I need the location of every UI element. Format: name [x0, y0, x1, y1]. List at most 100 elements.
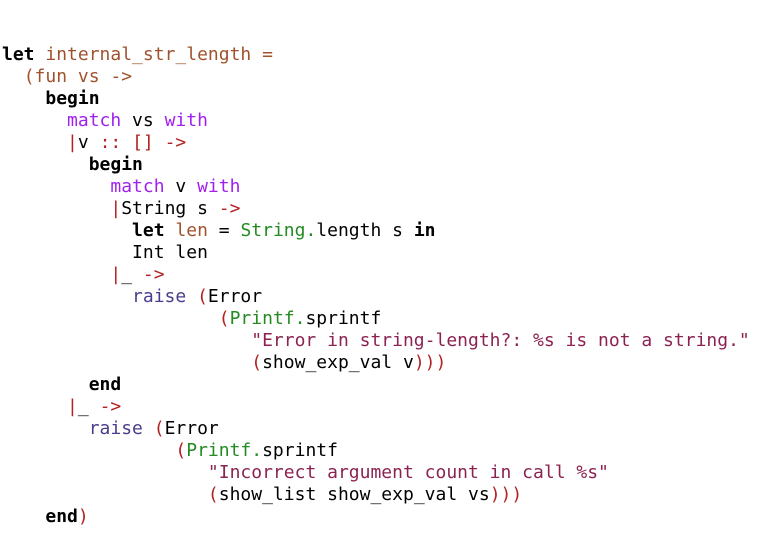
- code-line: |String s ->: [2, 198, 777, 220]
- code-editor[interactable]: let internal_str_length = (fun vs -> beg…: [2, 0, 777, 527]
- code-token: with: [164, 110, 208, 131]
- code-token: (: [197, 286, 208, 307]
- code-token: begin: [88, 154, 143, 175]
- code-token: match: [67, 110, 122, 131]
- code-token: ): [77, 506, 89, 527]
- code-token: :: [] ->: [99, 132, 187, 153]
- code-line: (show_list show_exp_val vs))): [2, 484, 777, 506]
- code-token: begin: [45, 88, 100, 109]
- code-token: ->: [142, 264, 165, 285]
- code-token: let: [2, 44, 35, 65]
- code-line: raise (Error: [2, 286, 777, 308]
- code-token: with: [197, 176, 241, 197]
- code-token: (: [218, 308, 230, 329]
- code-token: (fun vs ->: [23, 66, 133, 87]
- code-token: "Incorrect argument count in call %s": [207, 462, 609, 483]
- code-line: (Printf.sprintf: [2, 308, 777, 330]
- code-line: |v :: [] ->: [2, 132, 777, 154]
- code-token: ))): [413, 352, 447, 373]
- code-token: sprintf: [262, 440, 338, 461]
- code-token: |: [110, 264, 122, 285]
- code-token: let: [132, 220, 165, 241]
- code-token: ->: [218, 198, 241, 219]
- code-token: raise: [88, 418, 143, 439]
- code-line: (fun vs ->: [2, 66, 777, 88]
- code-token: vs: [121, 110, 165, 131]
- code-line: end): [2, 506, 777, 528]
- code-token: Int len: [132, 242, 208, 263]
- code-token: in: [413, 220, 436, 241]
- code-lines: let internal_str_length = (fun vs -> beg…: [2, 44, 777, 528]
- code-token: raise: [132, 286, 187, 307]
- code-token: _: [121, 264, 143, 285]
- code-token: length s: [316, 220, 414, 241]
- code-token: =: [207, 220, 241, 241]
- code-token: end: [88, 374, 122, 395]
- code-line: "Incorrect argument count in call %s": [2, 462, 777, 484]
- code-token: v: [77, 132, 100, 153]
- code-token: Error: [207, 286, 263, 307]
- code-line: match v with: [2, 176, 777, 198]
- code-token: (: [207, 484, 219, 505]
- code-line: let len = String.length s in: [2, 220, 777, 242]
- code-line: (Printf.sprintf: [2, 440, 777, 462]
- code-token: len: [175, 220, 208, 241]
- code-line: raise (Error: [2, 418, 777, 440]
- code-line: (show_exp_val v))): [2, 352, 777, 374]
- code-token: end: [45, 506, 78, 527]
- code-token: Printf.: [186, 440, 263, 461]
- code-token: |: [67, 396, 78, 417]
- code-token: Error: [164, 418, 219, 439]
- code-line: match vs with: [2, 110, 777, 132]
- code-token: v: [164, 176, 198, 197]
- code-token: (: [175, 440, 187, 461]
- code-token: Printf.: [229, 308, 306, 329]
- code-line: |_ ->: [2, 396, 777, 418]
- code-token: |: [67, 132, 78, 153]
- code-line: end: [2, 374, 777, 396]
- code-token: ))): [489, 484, 523, 505]
- code-line: begin: [2, 154, 777, 176]
- code-token: show_exp_val v: [262, 352, 414, 373]
- code-line: |_ ->: [2, 264, 777, 286]
- code-token: String s: [121, 198, 219, 219]
- code-line: begin: [2, 88, 777, 110]
- code-token: match: [110, 176, 165, 197]
- code-token: ->: [99, 396, 122, 417]
- code-token: (: [251, 352, 263, 373]
- code-token: "Error in string-length?: %s is not a st…: [251, 330, 750, 351]
- code-token: |: [110, 198, 122, 219]
- code-line: let internal_str_length =: [2, 44, 777, 66]
- code-token: show_list show_exp_val vs: [218, 484, 490, 505]
- code-token: String.: [240, 220, 317, 241]
- code-token: _: [77, 396, 100, 417]
- code-token: (: [153, 418, 165, 439]
- code-token: internal_str_length =: [45, 44, 273, 65]
- code-token: sprintf: [305, 308, 382, 329]
